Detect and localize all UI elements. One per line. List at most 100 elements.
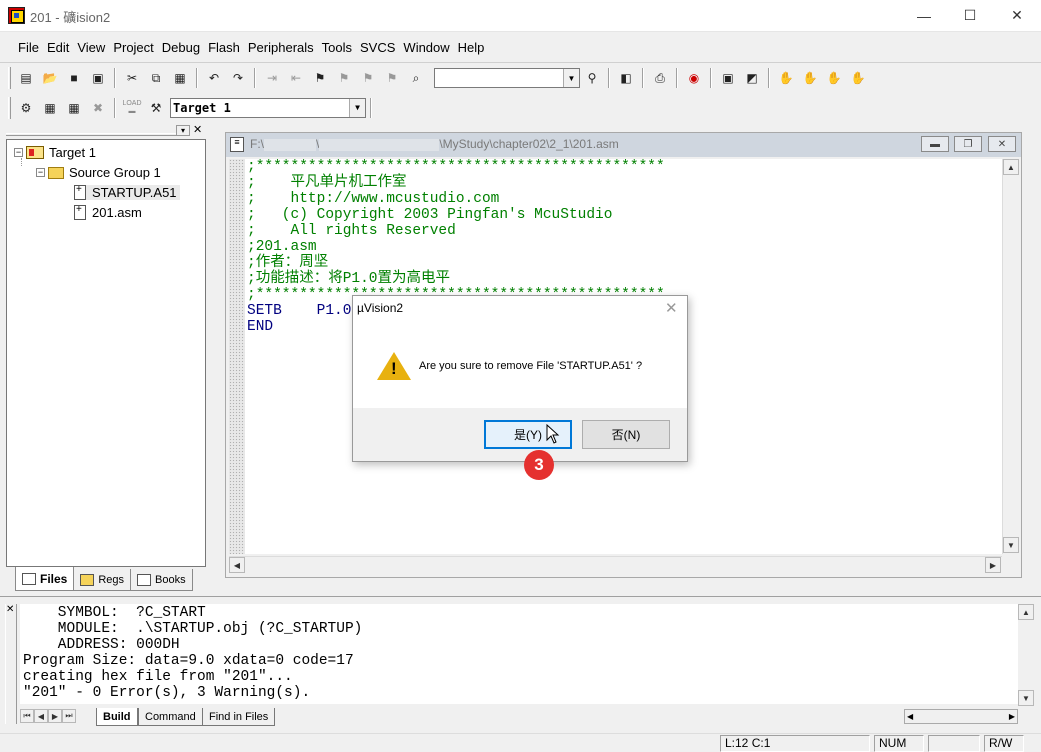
rebuild-icon[interactable]: ▦ (63, 97, 85, 119)
build-icon[interactable]: ▦ (39, 97, 61, 119)
next-tab-icon[interactable]: ▶ (48, 709, 62, 723)
tree-item-source-group[interactable]: − Source Group 1 (36, 165, 161, 180)
menu-flash[interactable]: Flash (204, 40, 244, 55)
outdent-icon[interactable]: ⇤ (285, 67, 307, 89)
panel-icon[interactable]: ◩ (741, 67, 763, 89)
scroll-down-icon[interactable]: ▼ (1018, 690, 1034, 706)
minimize-button[interactable]: — (901, 0, 947, 31)
tree-item-target[interactable]: − Target 1 (14, 145, 96, 160)
indent-icon[interactable]: ⇥ (261, 67, 283, 89)
first-tab-icon[interactable]: ⏮ (20, 709, 34, 723)
new-file-icon[interactable]: ▤ (15, 67, 37, 89)
zoom-icon[interactable]: ◉ (683, 67, 705, 89)
bookmark-clear-icon[interactable]: ⚑ (381, 67, 403, 89)
output-horizontal-scrollbar[interactable]: ◀ ▶ (904, 709, 1018, 724)
chevron-down-icon[interactable]: ▼ (563, 69, 579, 87)
status-position: L:12 C:1 (720, 735, 870, 752)
editor-close-button[interactable]: ✕ (988, 136, 1016, 152)
menu-peripherals[interactable]: Peripherals (244, 40, 318, 55)
uvision-app-icon[interactable] (8, 7, 25, 24)
scroll-up-icon[interactable]: ▲ (1003, 159, 1019, 175)
tab-find-in-files[interactable]: Find in Files (202, 708, 276, 726)
menu-svcs[interactable]: SVCS (356, 40, 399, 55)
target-select[interactable]: Target 1 ▼ (170, 98, 366, 118)
editor-horizontal-scrollbar[interactable]: ◀ ▶ (229, 556, 1002, 573)
editor-minimize-button[interactable]: ▬ (921, 136, 949, 152)
save-all-icon[interactable]: ▣ (87, 67, 109, 89)
print-icon[interactable]: ⎙ (649, 67, 671, 89)
menu-tools[interactable]: Tools (318, 40, 356, 55)
window-icon[interactable]: ▣ (717, 67, 739, 89)
menu-debug[interactable]: Debug (158, 40, 204, 55)
hand4-icon[interactable]: ✋ (847, 67, 869, 89)
menu-edit[interactable]: Edit (43, 40, 73, 55)
tab-books[interactable]: Books (130, 569, 193, 591)
open-icon[interactable]: 📂 (39, 67, 61, 89)
tab-label: Files (40, 571, 68, 586)
bookmark-icon[interactable]: ⚑ (309, 67, 331, 89)
undo-icon[interactable]: ↶ (203, 67, 225, 89)
debug-icon[interactable]: ◧ (615, 67, 637, 89)
last-tab-icon[interactable]: ⏭ (62, 709, 76, 723)
find-combo[interactable]: ▼ (434, 68, 580, 88)
scroll-left-icon[interactable]: ◀ (229, 557, 245, 573)
panel-close-icon[interactable]: ✕ (193, 125, 207, 136)
scroll-down-icon[interactable]: ▼ (1003, 537, 1019, 553)
tree-label: Source Group 1 (69, 165, 161, 180)
menu-divider (0, 62, 1041, 63)
output-close-icon[interactable]: ✕ (6, 604, 14, 615)
splitter[interactable] (0, 596, 1041, 597)
paste-icon[interactable]: ▦ (169, 67, 191, 89)
scroll-right-icon[interactable]: ▶ (1007, 710, 1017, 723)
scroll-right-icon[interactable]: ▶ (985, 557, 1001, 573)
output-line: creating hex file from "201"... (23, 669, 293, 685)
tab-command[interactable]: Command (138, 708, 203, 726)
menu-help[interactable]: Help (454, 40, 489, 55)
tab-files[interactable]: Files (15, 567, 75, 591)
menu-window[interactable]: Window (399, 40, 453, 55)
panel-menu-icon[interactable]: ▾ (176, 125, 190, 136)
toolbar-grip[interactable] (8, 67, 11, 89)
hand2-icon[interactable]: ✋ (799, 67, 821, 89)
status-bar: L:12 C:1 NUM R/W (0, 733, 1041, 752)
scroll-left-icon[interactable]: ◀ (905, 710, 915, 723)
maximize-button[interactable]: ☐ (947, 0, 993, 31)
toolbar-grip[interactable] (8, 97, 11, 119)
output-text[interactable]: SYMBOL: ?C_START MODULE: .\STARTUP.obj (… (20, 604, 1018, 704)
hand-icon[interactable]: ✋ (775, 67, 797, 89)
toolbar-separator (114, 68, 116, 88)
redo-icon[interactable]: ↷ (227, 67, 249, 89)
chevron-down-icon[interactable]: ▼ (349, 99, 365, 117)
stop-build-icon[interactable]: ✖ (87, 97, 109, 119)
bookmark-next-icon[interactable]: ⚑ (357, 67, 379, 89)
output-grip[interactable] (5, 604, 17, 724)
editor-vertical-scrollbar[interactable]: ▲ ▼ (1002, 159, 1019, 554)
tab-regs[interactable]: Regs (73, 569, 132, 591)
bookmark-prev-icon[interactable]: ⚑ (333, 67, 355, 89)
find-icon[interactable]: ⚲ (581, 67, 603, 89)
output-vertical-scrollbar[interactable]: ▲ ▼ (1018, 604, 1035, 708)
prev-tab-icon[interactable]: ◀ (34, 709, 48, 723)
editor-gutter[interactable] (229, 159, 246, 554)
dialog-close-icon[interactable]: ✕ (665, 299, 678, 317)
tree-item-201-asm[interactable]: 201.asm (74, 204, 142, 220)
editor-restore-button[interactable]: ❐ (954, 136, 982, 152)
options-icon[interactable]: ⚒ (145, 97, 167, 119)
close-button[interactable]: ✕ (994, 0, 1040, 31)
collapse-icon[interactable]: − (14, 148, 23, 157)
translate-icon[interactable]: ⚙ (15, 97, 37, 119)
no-button[interactable]: 否(N) (582, 420, 670, 449)
collapse-icon[interactable]: − (36, 168, 45, 177)
hand3-icon[interactable]: ✋ (823, 67, 845, 89)
copy-icon[interactable]: ⧉ (145, 67, 167, 89)
tab-build[interactable]: Build (96, 708, 138, 726)
menu-project[interactable]: Project (109, 40, 157, 55)
tree-item-startup[interactable]: STARTUP.A51 (74, 184, 180, 200)
save-icon[interactable]: ■ (63, 67, 85, 89)
scroll-up-icon[interactable]: ▲ (1018, 604, 1034, 620)
menu-view[interactable]: View (73, 40, 109, 55)
load-icon[interactable]: LOAD ▬ (121, 97, 143, 119)
find-in-files-icon[interactable]: ⌕ (405, 67, 427, 89)
cut-icon[interactable]: ✂ (121, 67, 143, 89)
menu-file[interactable]: File (14, 40, 43, 55)
